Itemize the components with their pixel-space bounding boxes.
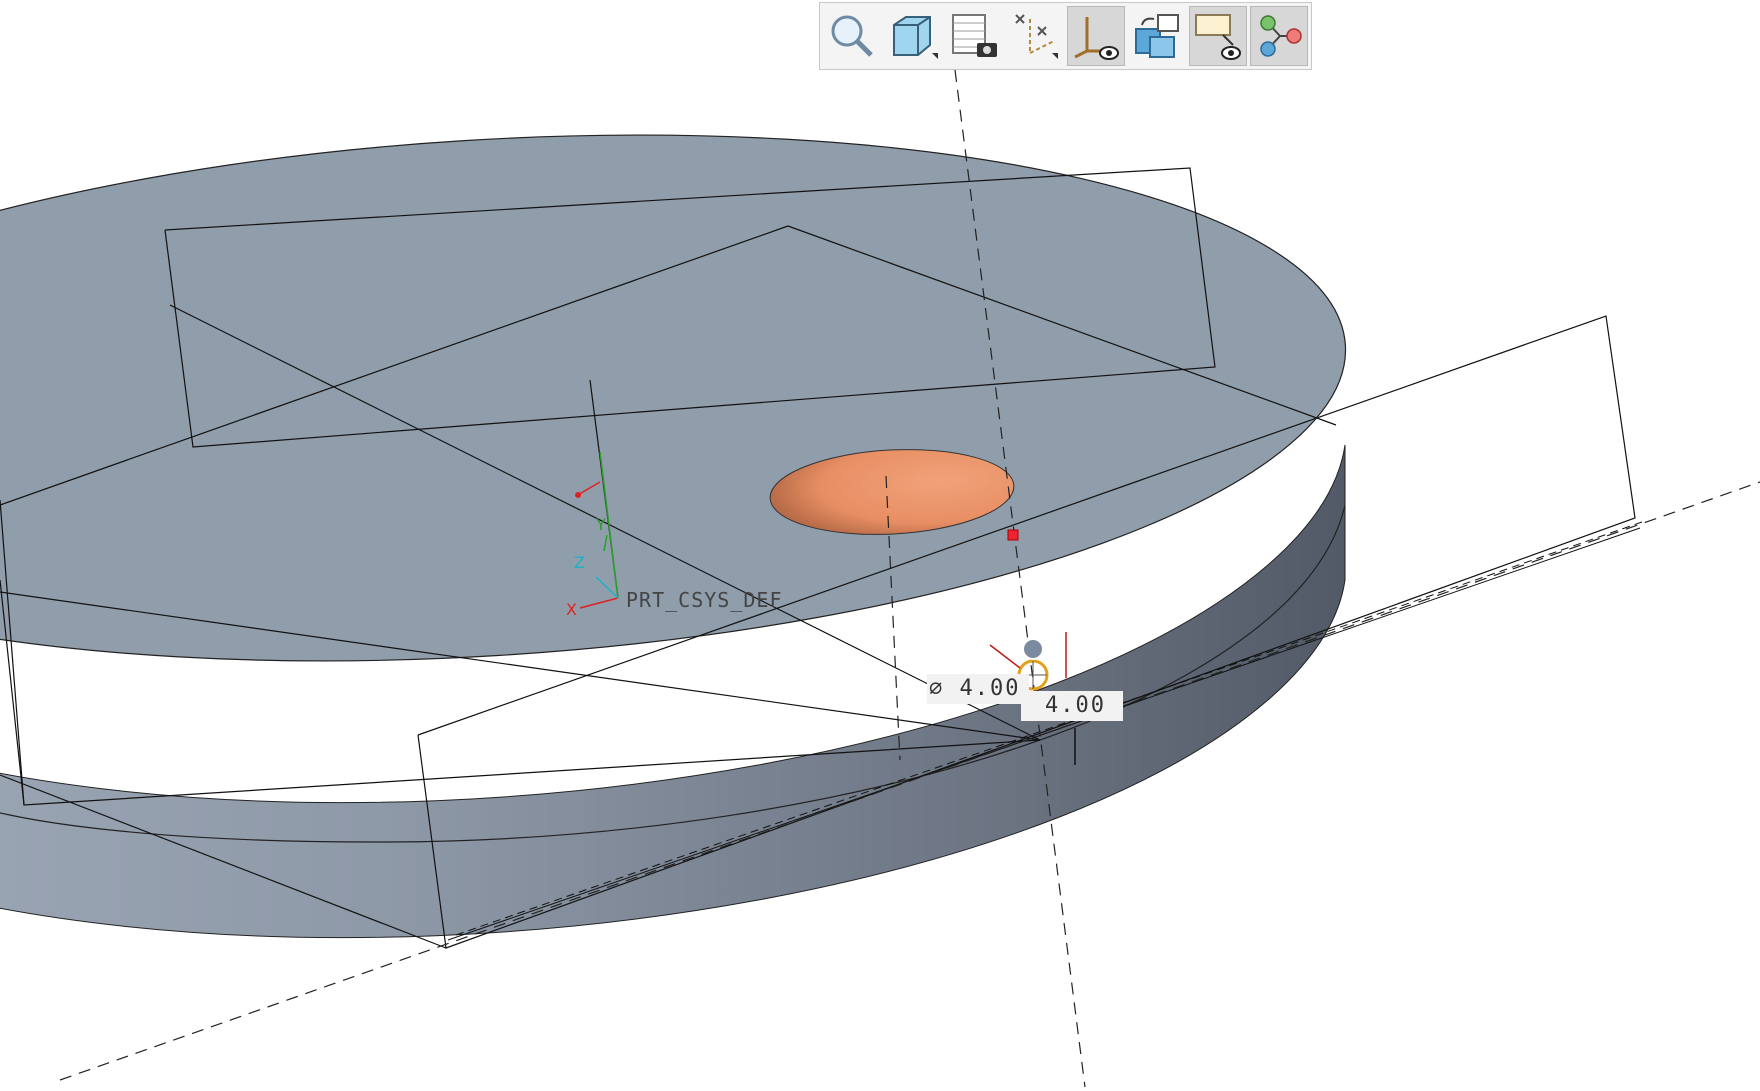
csys-y-label: Y (596, 515, 606, 534)
disc-top-face[interactable] (0, 88, 1361, 709)
zoom-magnifier-icon (831, 15, 873, 57)
graphics-toolbar (819, 2, 1312, 70)
csys-x-label: X (566, 600, 577, 619)
annotation-display-icon (1195, 14, 1241, 60)
model-canvas[interactable] (0, 0, 1760, 1088)
diameter-dimension[interactable]: ∅ 4.00 (927, 674, 1029, 704)
csys-label[interactable]: PRT_CSYS_DEF (626, 588, 783, 612)
graphics-window[interactable]: PRT_CSYS_DEF X Y Z ∅ 4.00 4.00 (0, 0, 1760, 1088)
csys-display-icon (1074, 17, 1119, 60)
csys-display-button[interactable] (1067, 6, 1125, 66)
saved-orientations-button[interactable] (884, 6, 942, 66)
view-manager-camera-icon (952, 14, 997, 57)
datum-display-button[interactable] (1006, 6, 1064, 66)
spin-center-button[interactable] (1128, 6, 1186, 66)
offset-dimension[interactable]: 4.00 (1021, 691, 1123, 721)
annotation-display-button[interactable] (1189, 6, 1247, 66)
datum-axes-display-icon (1015, 14, 1058, 59)
csys-z-label: Z (574, 553, 585, 572)
feature-flow-icon (1260, 15, 1302, 57)
model-tree-display-button[interactable] (1250, 6, 1308, 66)
repaint-windows-icon (1135, 14, 1179, 58)
refit-button[interactable] (823, 6, 881, 66)
saved-views-button[interactable] (945, 6, 1003, 66)
cube-view-icon (893, 16, 938, 59)
